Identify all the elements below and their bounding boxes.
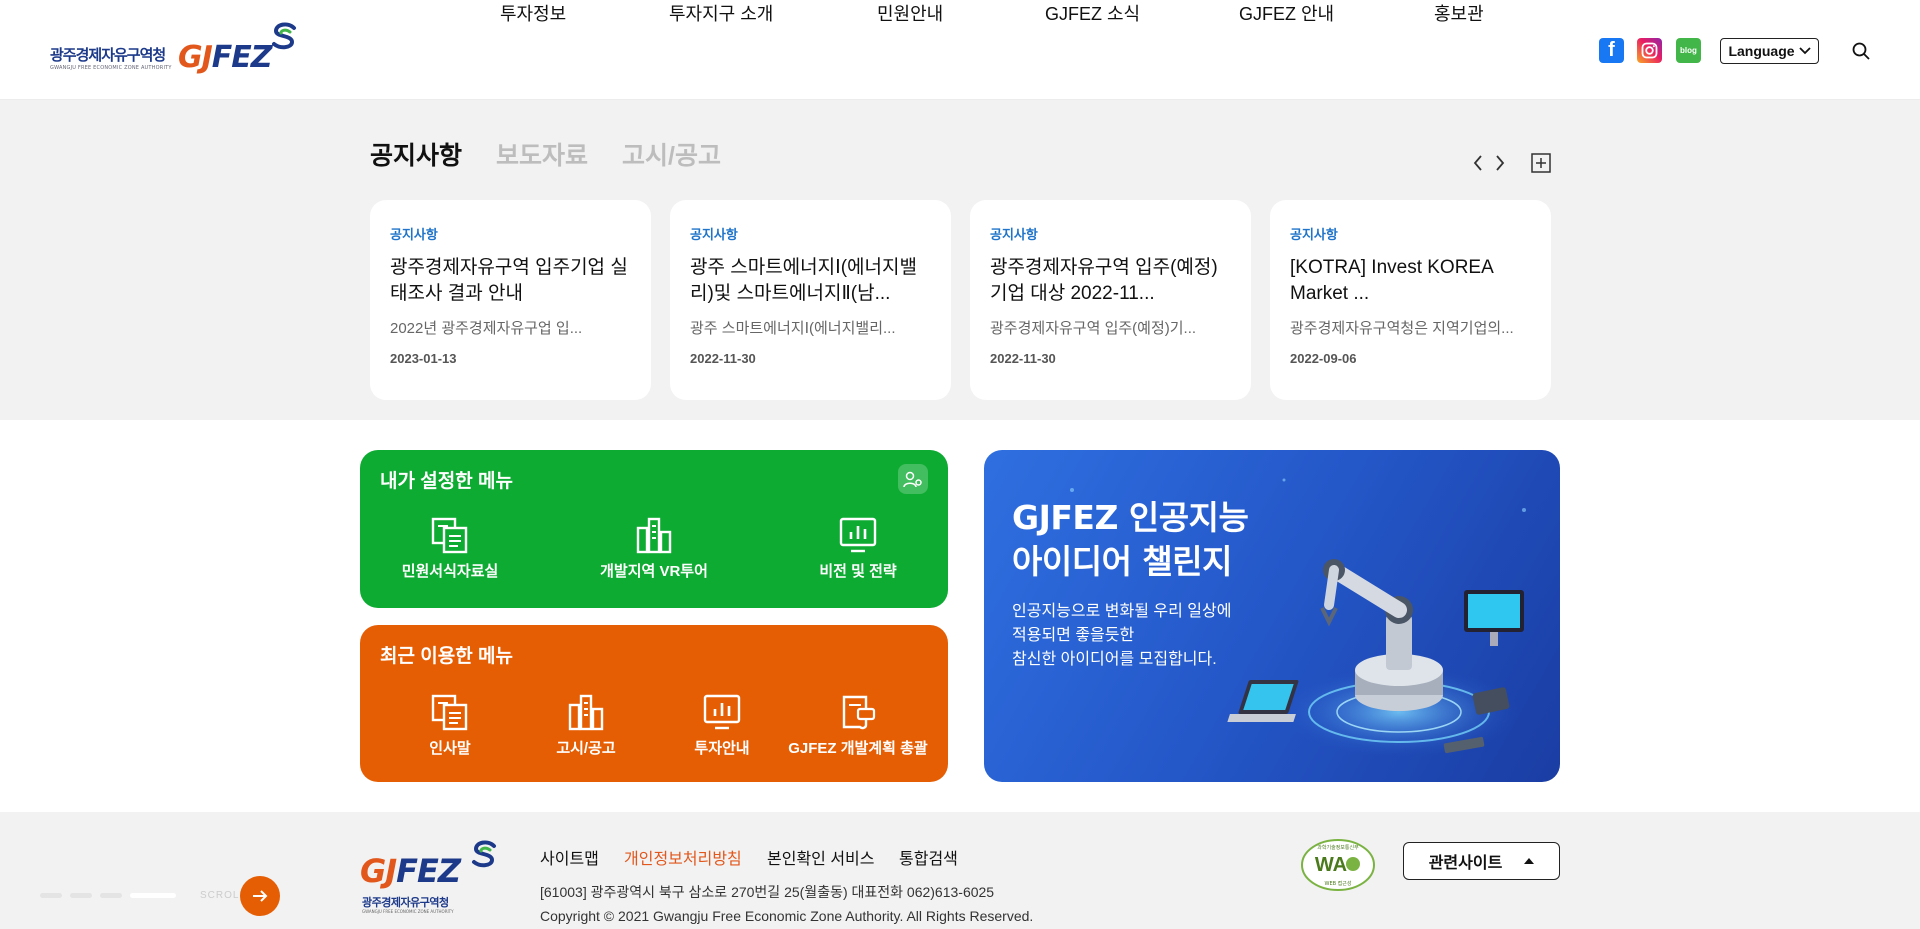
- prev-arrow-icon[interactable]: [1467, 152, 1489, 174]
- footer-logo-english: GWANGJU FREE ECONOMIC ZONE AUTHORITY: [362, 909, 454, 914]
- related-sites-select[interactable]: 관련사이트: [1403, 842, 1560, 880]
- more-plus-icon[interactable]: [1530, 152, 1552, 174]
- buildings-icon: [568, 694, 604, 731]
- card-date: 2023-01-13: [390, 351, 457, 366]
- chart-monitor-icon: [839, 517, 877, 553]
- footer-link-privacy[interactable]: 개인정보처리방침: [624, 845, 742, 869]
- card-summary: 광주 스마트에너지Ⅰ(에너지밸리...: [690, 320, 896, 337]
- card-title: [KOTRA] Invest KOREA Market ...: [1290, 257, 1493, 304]
- footer-logo-mark: GJFEZ: [360, 852, 461, 890]
- document-icon: [431, 517, 468, 554]
- card-category: 공지사항: [690, 227, 738, 242]
- nav-civil-guide[interactable]: 민원안내: [877, 0, 943, 26]
- language-select[interactable]: Language: [1720, 38, 1819, 64]
- web-accessibility-badge: 과학기술정보통신부 WA WEB 접근성: [1300, 838, 1376, 892]
- search-icon[interactable]: [1851, 41, 1871, 61]
- card-summary: 광주경제자유구역 입주(예정)기...: [990, 320, 1197, 337]
- logo-english-name: GWANGJU FREE ECONOMIC ZONE AUTHORITY: [50, 65, 172, 71]
- tab-notices[interactable]: 공지사항: [370, 136, 462, 172]
- banner-description: 인공지능으로 변화될 우리 일상에 적용되면 좋을듯한 참신한 아이디어를 모집…: [1012, 603, 1232, 668]
- caret-up-icon: [1524, 858, 1535, 864]
- notice-card[interactable]: 공지사항 광주경제자유구역 입주기업 실태조사 결과 안내 2022년 광주경제…: [370, 200, 651, 400]
- menu-item-vision-strategy[interactable]: 비전 및 전략: [758, 516, 958, 581]
- my-menu-title: 내가 설정한 메뉴: [380, 471, 513, 492]
- related-sites-label: 관련사이트: [1428, 855, 1503, 872]
- card-title: 광주경제자유구역 입주(예정)기업 대상 2022-11...: [990, 257, 1218, 304]
- my-menu-panel: 내가 설정한 메뉴 민원서식자료실 개발지역 VR투어 비전 및 전략: [360, 450, 948, 608]
- footer-address: [61003] 광주광역시 북구 삼소로 270번길 25(월출동) 대표전화 …: [540, 884, 995, 900]
- ai-challenge-banner[interactable]: GJFEZ 인공지능 아이디어 챌린지 인공지능으로 변화될 우리 일상에 적용…: [984, 450, 1560, 782]
- slide-dot[interactable]: [40, 893, 62, 898]
- tab-press-release[interactable]: 보도자료: [496, 136, 588, 172]
- notice-card[interactable]: 공지사항 광주 스마트에너지Ⅰ(에너지밸리)및 스마트에너지Ⅱ(남... 광주 …: [670, 200, 951, 400]
- slide-indicator: [40, 893, 176, 898]
- logo-swirl-icon: [272, 22, 296, 50]
- banner-headline: GJFEZ 인공지능 아이디어 챌린지: [1012, 498, 1249, 581]
- card-date: 2022-11-30: [690, 351, 756, 366]
- nav-gjfez-news[interactable]: GJFEZ 소식: [1045, 0, 1140, 26]
- nav-gjfez-about[interactable]: GJFEZ 안내: [1239, 0, 1334, 26]
- menu-item-forms-library[interactable]: 민원서식자료실: [350, 516, 550, 581]
- menu-item-label: 민원서식자료실: [401, 563, 499, 580]
- logo-mark: GJFEZ: [178, 40, 273, 75]
- svg-text:WEB 접근성: WEB 접근성: [1325, 880, 1352, 887]
- scroll-arrow-button[interactable]: [240, 876, 280, 916]
- nav-investment-info[interactable]: 투자정보: [500, 0, 566, 26]
- card-date: 2022-09-06: [1290, 351, 1357, 366]
- card-category: 공지사항: [990, 227, 1038, 242]
- menu-item-vr-tour[interactable]: 개발지역 VR투어: [554, 516, 754, 581]
- recent-menu-title: 최근 이용한 메뉴: [380, 646, 513, 667]
- notice-section: [0, 100, 1920, 420]
- card-category: 공지사항: [390, 227, 438, 242]
- card-title: 광주 스마트에너지Ⅰ(에너지밸리)및 스마트에너지Ⅱ(남...: [690, 257, 917, 304]
- svg-text:WA: WA: [1315, 854, 1347, 876]
- blog-icon[interactable]: blog: [1676, 38, 1701, 63]
- footer-link-search[interactable]: 통합검색: [899, 845, 958, 869]
- menu-item-label: GJFEZ 개발계획 총괄: [788, 740, 928, 757]
- buildings-icon: [636, 517, 672, 554]
- notice-card[interactable]: 공지사항 광주경제자유구역 입주(예정)기업 대상 2022-11... 광주경…: [970, 200, 1251, 400]
- menu-item-development-plan[interactable]: GJFEZ 개발계획 총괄: [758, 693, 958, 758]
- site-logo[interactable]: 광주경제자유구역청 GWANGJU FREE ECONOMIC ZONE AUT…: [48, 22, 308, 78]
- menu-item-label: 비전 및 전략: [819, 563, 897, 580]
- slide-dot[interactable]: [100, 893, 122, 898]
- chart-monitor-icon: [703, 694, 741, 730]
- footer-logo[interactable]: GJFEZ 광주경제자유구역청 GWANGJU FREE ECONOMIC ZO…: [360, 840, 510, 920]
- user-settings-icon[interactable]: [898, 464, 928, 494]
- document-icon: [431, 694, 468, 731]
- recent-menu-panel: 최근 이용한 메뉴 인사말 고시/공고 투자안내 GJFEZ 개발계획 총괄: [360, 625, 948, 782]
- footer-logo-korean: 광주경제자유구역청: [362, 896, 449, 909]
- scroll-document-icon: [842, 695, 876, 730]
- logo-korean-name: 광주경제자유구역청: [50, 46, 166, 64]
- card-category: 공지사항: [1290, 227, 1338, 242]
- card-title: 광주경제자유구역 입주기업 실태조사 결과 안내: [390, 257, 628, 304]
- facebook-icon[interactable]: f: [1599, 38, 1624, 63]
- site-header: 광주경제자유구역청 GWANGJU FREE ECONOMIC ZONE AUT…: [0, 0, 1920, 100]
- footer-link-sitemap[interactable]: 사이트맵: [540, 845, 599, 869]
- card-summary: 2022년 광주경제자유구업 입...: [390, 320, 583, 337]
- next-arrow-icon[interactable]: [1489, 152, 1511, 174]
- footer-link-identity[interactable]: 본인확인 서비스: [767, 845, 875, 869]
- card-date: 2022-11-30: [990, 351, 1056, 366]
- logo-swirl-icon: [472, 840, 496, 868]
- card-summary: 광주경제자유구역청은 지역기업의...: [1290, 320, 1514, 337]
- menu-item-label: 개발지역 VR투어: [600, 563, 708, 580]
- slide-dot-active[interactable]: [130, 893, 176, 898]
- chevron-down-icon: [1798, 47, 1811, 55]
- nav-pr-hall[interactable]: 홍보관: [1434, 0, 1484, 26]
- instagram-icon[interactable]: [1637, 38, 1662, 63]
- arrow-right-icon: [253, 890, 268, 902]
- footer-copyright: Copyright © 2021 Gwangju Free Economic Z…: [540, 908, 1034, 924]
- slide-dot[interactable]: [70, 893, 92, 898]
- notice-card[interactable]: 공지사항 [KOTRA] Invest KOREA Market ... 광주경…: [1270, 200, 1551, 400]
- language-label: Language: [1728, 43, 1795, 59]
- nav-district-intro[interactable]: 투자지구 소개: [669, 0, 773, 26]
- tab-announcements[interactable]: 고시/공고: [622, 136, 721, 172]
- svg-text:과학기술정보통신부: 과학기술정보통신부: [1317, 844, 1359, 851]
